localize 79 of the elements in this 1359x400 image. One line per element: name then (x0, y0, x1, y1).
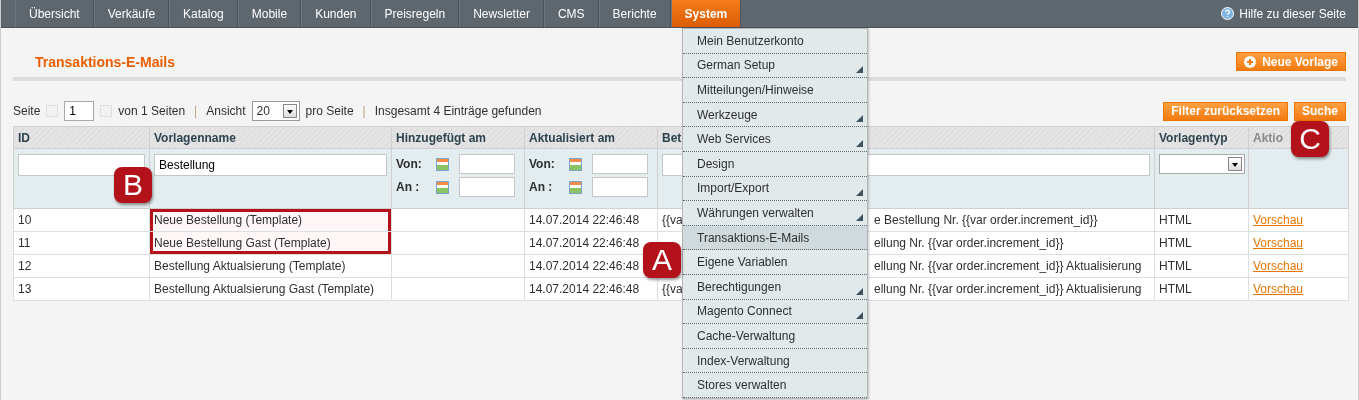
table-cell: HTML (1154, 208, 1249, 232)
table-cell: HTML (1154, 277, 1249, 301)
page-label: Seite (13, 104, 41, 118)
table-cell: HTML (1154, 231, 1249, 255)
view-label: Ansicht (206, 104, 246, 118)
page-count: von 1 Seiten (118, 104, 186, 118)
table-cell: 12 (13, 254, 150, 278)
calendar-icon[interactable] (436, 180, 449, 194)
id-filter-field[interactable] (18, 154, 145, 176)
plus-icon (1244, 55, 1257, 68)
nav-tab[interactable]: Kunden (301, 0, 371, 27)
menu-item[interactable]: Eigene Variablen (683, 250, 867, 275)
dropdown-icon (1228, 157, 1242, 171)
separator: | (194, 104, 198, 118)
table-cell-text: ellung Nr. {{var order.increment_id}} Aktualisierung (874, 259, 1142, 273)
menu-item[interactable]: Werkzeuge (683, 102, 867, 128)
calendar-icon[interactable] (569, 180, 582, 194)
table-cell: 13 (13, 277, 150, 301)
table-cell: Bestellung Aktualsierung Gast (Template) (149, 277, 392, 301)
nav-tab[interactable]: Berichte (598, 0, 671, 27)
table-cell: 11 (13, 231, 150, 255)
to-label: An : (529, 180, 554, 194)
help-icon (1221, 7, 1235, 20)
table-cell-text: e Bestellung Nr. {{var order.increment_id}} (874, 213, 1098, 227)
menu-item[interactable]: German Setup (683, 53, 867, 79)
table-cell: Neue Bestellung Gast (Template) (149, 231, 392, 255)
menu-item[interactable]: Magento Connect (683, 299, 867, 325)
to-date-field[interactable] (592, 177, 648, 197)
nav-tab[interactable]: Preisregeln (370, 0, 460, 27)
annotation-badge: C (1291, 121, 1329, 157)
to-date-field[interactable] (459, 177, 515, 197)
menu-item[interactable]: Stores verwalten (683, 373, 867, 398)
page-input[interactable]: 1 (64, 101, 95, 121)
nav-tab[interactable]: Übersicht (15, 0, 94, 27)
table-cell: Neue Bestellung (Template) (149, 208, 392, 232)
column-header[interactable]: Bet (662, 130, 682, 145)
nav-tab[interactable]: Verkäufe (93, 0, 170, 27)
help-link[interactable]: Hilfe zu dieser Seite (1221, 0, 1358, 27)
total-count: Insgesamt 4 Einträge gefunden (374, 104, 542, 118)
nav-tab[interactable]: Newsletter (459, 0, 544, 27)
per-page-label: pro Seite (305, 104, 354, 118)
from-label: Von: (529, 157, 556, 171)
menu-item[interactable]: Cache-Verwaltung (683, 324, 867, 349)
menu-item[interactable]: Mein Benutzerkonto (683, 29, 867, 54)
menu-item[interactable]: Transaktions-E-Mails (683, 225, 867, 251)
annotation-badge: B (114, 167, 152, 203)
table-cell: 14.07.2014 22:46:48 (524, 277, 658, 301)
calendar-icon[interactable] (436, 157, 449, 171)
column-header: Aktio (1253, 130, 1283, 145)
nav-tab[interactable]: CMS (543, 0, 599, 27)
nav-tab[interactable]: Mobile (237, 0, 302, 27)
name-filter-field[interactable]: Bestellung (154, 154, 387, 176)
table-cell: 14.07.2014 22:46:48 (524, 208, 658, 232)
table-cell-text: ellung Nr. {{var order.increment_id}} (874, 236, 1064, 250)
from-date-field[interactable] (592, 154, 648, 174)
menu-item[interactable]: Web Services (683, 127, 867, 152)
separator: | (362, 104, 366, 118)
from-date-field[interactable] (459, 154, 515, 174)
menu-item[interactable]: Mitteilungen/Hinweise (683, 78, 867, 103)
menu-item[interactable]: Design (683, 151, 867, 177)
menu-item[interactable]: Währungen verwalten (683, 201, 867, 226)
table-cell-text: {{va (662, 282, 683, 296)
page-title: Transaktions-E-Mails (35, 53, 176, 70)
nav-tab[interactable]: Katalog (169, 0, 238, 27)
menu-item[interactable]: Index-Verwaltung (683, 348, 867, 374)
table-cell-text: ellung Nr. {{var order.increment_id}} Aktualisierung (874, 282, 1142, 296)
table-cell-text: {{va (662, 213, 683, 227)
menu-item[interactable]: Berechtigungen (683, 274, 867, 300)
from-label: Von: (396, 157, 423, 171)
dropdown-icon (282, 104, 297, 118)
type-filter-select[interactable] (1159, 154, 1245, 174)
to-label: An : (396, 180, 421, 194)
per-page-select[interactable]: 20 (251, 101, 300, 121)
table-cell: HTML (1154, 254, 1249, 278)
menu-item[interactable]: Import/Export (683, 176, 867, 202)
table-cell: Bestellung Aktualsierung (Template) (149, 254, 392, 278)
column-header[interactable]: ID (18, 130, 30, 145)
table-cell: 10 (13, 208, 150, 232)
calendar-icon[interactable] (569, 157, 582, 171)
